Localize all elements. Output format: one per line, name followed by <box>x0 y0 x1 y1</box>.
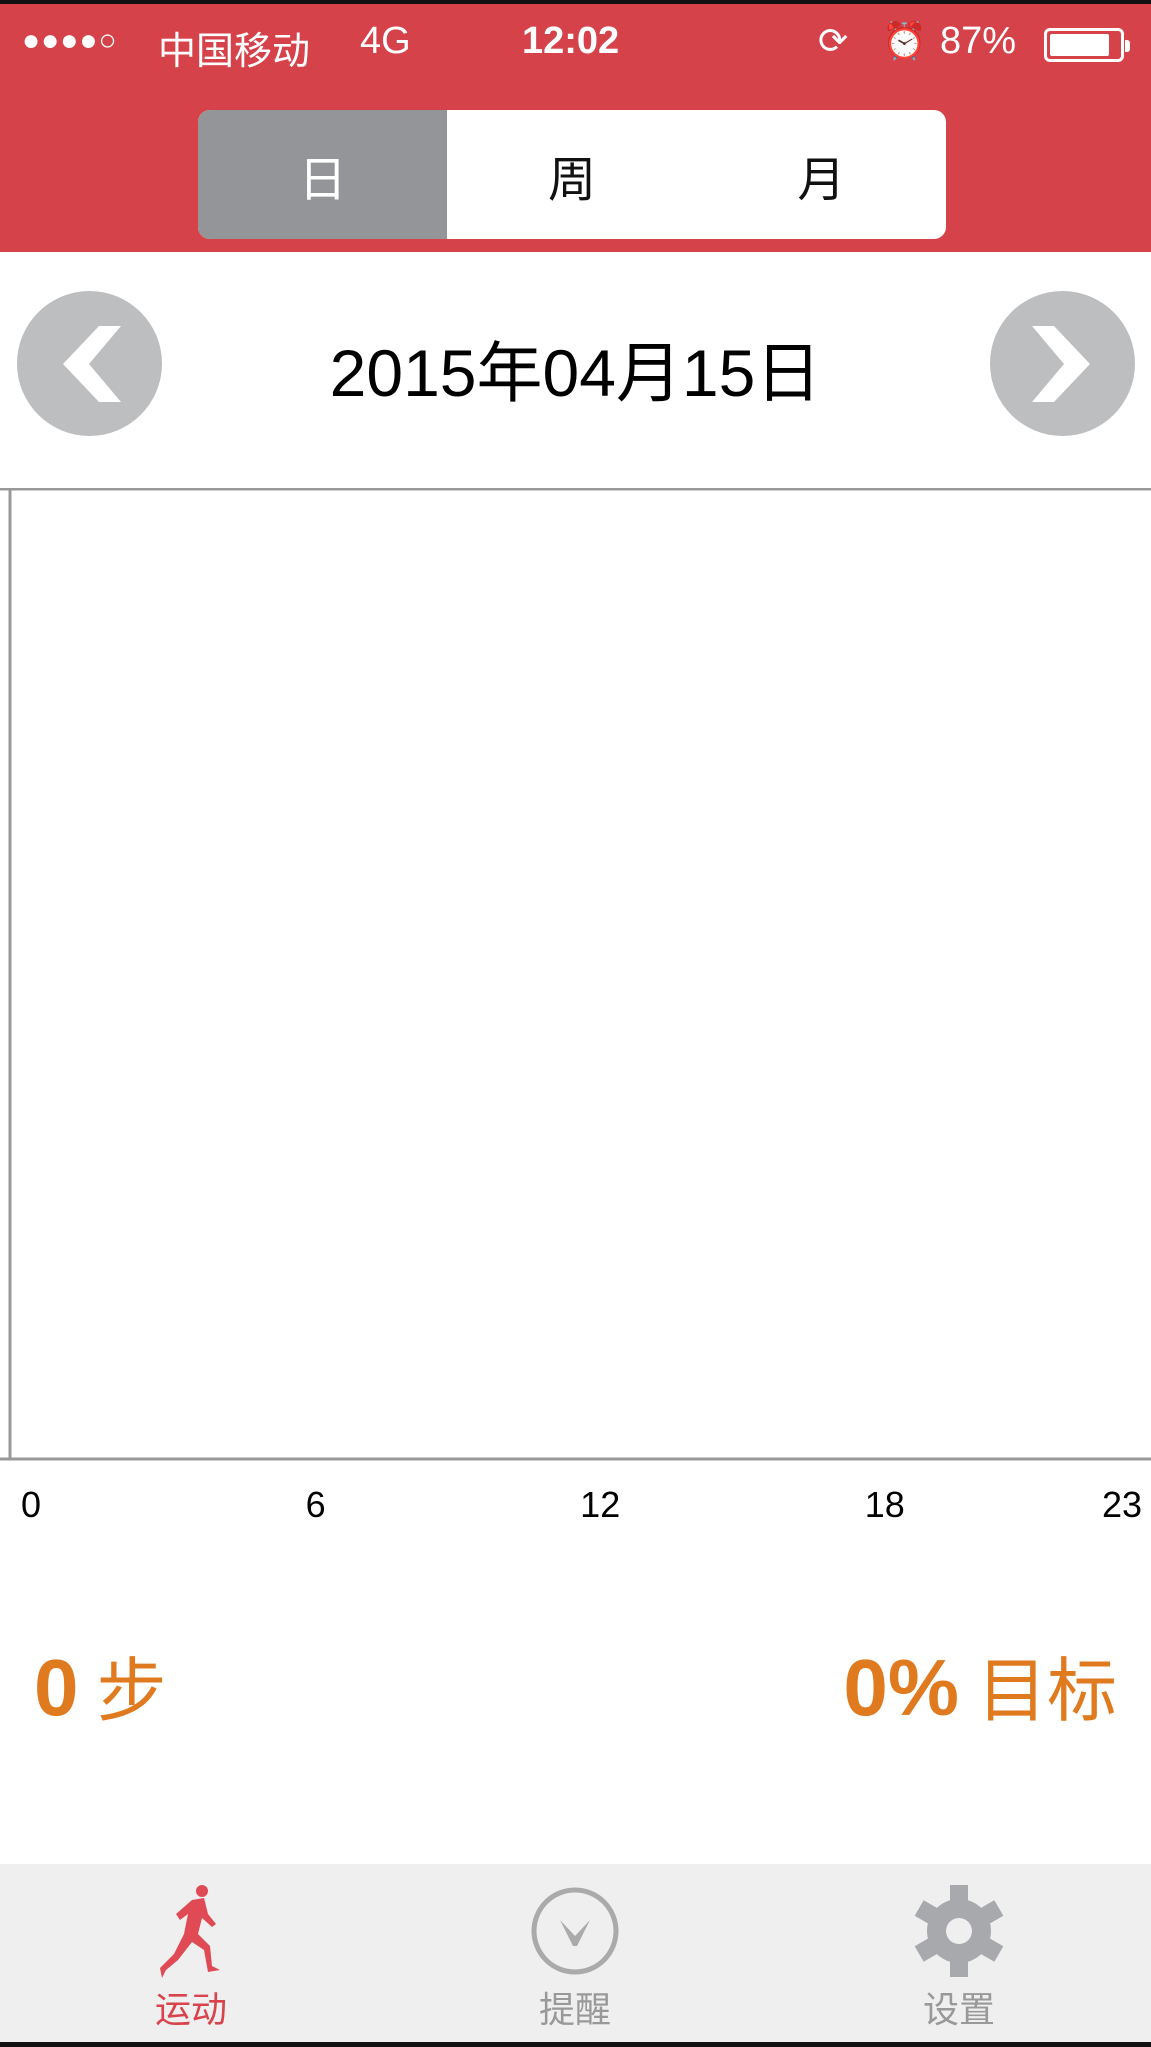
period-segmented-control: 日 周 月 <box>198 110 946 239</box>
x-tick-label: 6 <box>305 1484 326 1525</box>
running-icon <box>160 1885 220 1978</box>
tab-reminder[interactable]: 提醒 <box>475 1864 675 2042</box>
x-tick-label: 18 <box>864 1484 905 1525</box>
goal-unit: 目标 <box>977 1652 1117 1730</box>
segment-month[interactable]: 月 <box>697 110 946 239</box>
clock-icon <box>531 1887 619 1975</box>
x-tick-label: 12 <box>580 1484 621 1525</box>
battery-fill <box>1050 34 1110 56</box>
tab-bar: 运动 提醒 设置 <box>0 1864 1151 2042</box>
status-bar: ●●●●○ 中国移动 4G 12:02 ⟳ ⏰ 87% <box>0 4 1151 78</box>
tab-exercise-label: 运动 <box>154 1989 227 2030</box>
x-tick-label: 23 <box>1101 1484 1143 1525</box>
tab-settings-label: 设置 <box>922 1989 995 2030</box>
network-type: 4G <box>360 20 411 62</box>
tab-exercise[interactable]: 运动 <box>91 1864 291 2042</box>
steps-value: 0 <box>34 1643 79 1732</box>
battery-icon <box>1044 28 1130 62</box>
bottom-edge <box>0 2042 1151 2047</box>
x-tick-label: 0 <box>20 1484 42 1525</box>
steps-total: 0步 <box>34 1648 167 1728</box>
segment-week[interactable]: 周 <box>447 110 696 239</box>
goal-progress: 0% 目标 <box>843 1648 1117 1728</box>
hourly-steps-chart <box>0 488 1151 1461</box>
signal-strength: ●●●●○ <box>22 24 118 57</box>
battery-percent: 87% <box>940 20 1017 62</box>
chevron-right-icon <box>1031 325 1090 402</box>
steps-unit: 步 <box>96 1652 167 1730</box>
goal-value: 0% <box>843 1643 959 1732</box>
alarm-icon: ⏰ <box>882 20 927 61</box>
next-date-button[interactable] <box>990 291 1135 436</box>
tab-reminder-label: 提醒 <box>538 1989 611 2030</box>
rotation-lock-icon: ⟳ <box>818 20 849 61</box>
gear-icon <box>914 1885 1004 1977</box>
tab-settings[interactable]: 设置 <box>859 1864 1059 2042</box>
carrier-name: 中国移动 <box>158 31 311 73</box>
segment-day[interactable]: 日 <box>198 110 448 239</box>
current-date: 2015年04月15日 <box>329 336 822 410</box>
clock: 12:02 <box>522 20 620 62</box>
